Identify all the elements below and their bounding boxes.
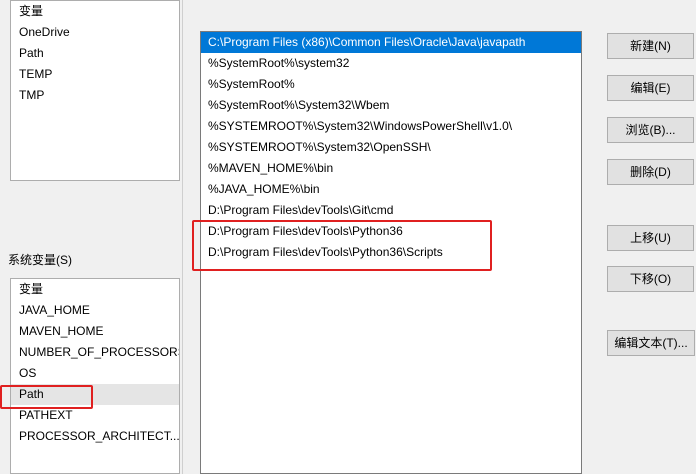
environment-variables-dialog: 变量 OneDrive Path TEMP TMP 系统变量(S) 变量 JAV…	[0, 0, 182, 474]
path-entry-powershell[interactable]: %SYSTEMROOT%\System32\WindowsPowerShell\…	[201, 116, 581, 137]
sys-var-pathext[interactable]: PATHEXT	[11, 405, 179, 426]
edit-text-button[interactable]: 编辑文本(T)...	[607, 330, 695, 356]
path-entry-system32[interactable]: %SystemRoot%\system32	[201, 53, 581, 74]
new-button[interactable]: 新建(N)	[607, 33, 694, 59]
browse-button[interactable]: 浏览(B)...	[607, 117, 694, 143]
user-var-temp[interactable]: TEMP	[11, 64, 179, 85]
path-entry-java-bin[interactable]: %JAVA_HOME%\bin	[201, 179, 581, 200]
sys-var-java-home[interactable]: JAVA_HOME	[11, 300, 179, 321]
user-variables-list[interactable]: 变量 OneDrive Path TEMP TMP	[10, 0, 180, 181]
sys-var-processor-architecture[interactable]: PROCESSOR_ARCHITECT...	[11, 426, 179, 447]
path-entry-git-cmd[interactable]: D:\Program Files\devTools\Git\cmd	[201, 200, 581, 221]
system-variables-group-label: 系统变量(S)	[8, 253, 72, 267]
edit-environment-variable-dialog: C:\Program Files (x86)\Common Files\Orac…	[182, 0, 696, 474]
sys-var-os[interactable]: OS	[11, 363, 179, 384]
user-variables-column-header[interactable]: 变量	[11, 1, 179, 22]
user-var-onedrive[interactable]: OneDrive	[11, 22, 179, 43]
path-entry-maven-bin[interactable]: %MAVEN_HOME%\bin	[201, 158, 581, 179]
delete-button[interactable]: 删除(D)	[607, 159, 694, 185]
path-entry-python36-scripts[interactable]: D:\Program Files\devTools\Python36\Scrip…	[201, 242, 581, 263]
system-variables-column-header[interactable]: 变量	[11, 279, 179, 300]
sys-var-number-of-processors[interactable]: NUMBER_OF_PROCESSORS	[11, 342, 179, 363]
path-entry-openssh[interactable]: %SYSTEMROOT%\System32\OpenSSH\	[201, 137, 581, 158]
sys-var-maven-home[interactable]: MAVEN_HOME	[11, 321, 179, 342]
path-entries-list[interactable]: C:\Program Files (x86)\Common Files\Orac…	[200, 31, 582, 474]
sys-var-path[interactable]: Path	[11, 384, 179, 405]
dialog-title-strip	[183, 0, 696, 10]
path-entry-python36[interactable]: D:\Program Files\devTools\Python36	[201, 221, 581, 242]
path-entry-java-javapath[interactable]: C:\Program Files (x86)\Common Files\Orac…	[201, 32, 581, 53]
move-up-button[interactable]: 上移(U)	[607, 225, 694, 251]
system-variables-list[interactable]: 变量 JAVA_HOME MAVEN_HOME NUMBER_OF_PROCES…	[10, 278, 180, 474]
edit-button[interactable]: 编辑(E)	[607, 75, 694, 101]
user-var-path[interactable]: Path	[11, 43, 179, 64]
move-down-button[interactable]: 下移(O)	[607, 266, 694, 292]
path-entry-wbem[interactable]: %SystemRoot%\System32\Wbem	[201, 95, 581, 116]
path-entry-systemroot[interactable]: %SystemRoot%	[201, 74, 581, 95]
user-var-tmp[interactable]: TMP	[11, 85, 179, 106]
